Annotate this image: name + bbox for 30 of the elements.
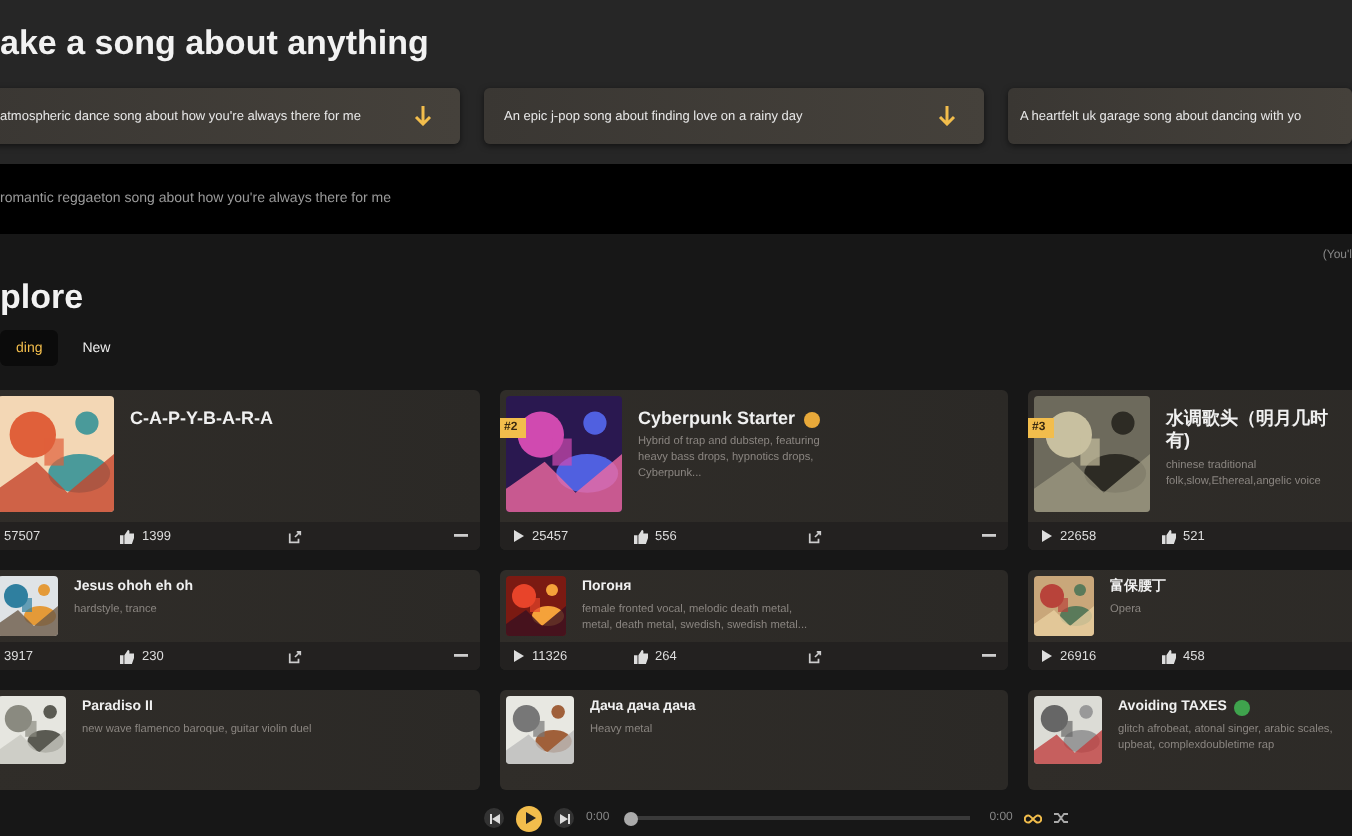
play-button[interactable] <box>516 805 542 831</box>
next-button[interactable] <box>554 808 574 828</box>
share-icon[interactable] <box>287 649 301 663</box>
play-icon <box>1040 650 1052 662</box>
play-icon <box>1040 530 1052 542</box>
progress-slider[interactable] <box>623 811 638 825</box>
skip-back-icon <box>489 813 499 823</box>
song-title: C-A-P-Y-B-A-R-A <box>130 408 273 431</box>
share-icon[interactable] <box>807 529 822 543</box>
thumbs-up-icon <box>120 529 134 543</box>
previous-button[interactable] <box>484 808 504 828</box>
thumbs-up-icon <box>633 529 647 543</box>
arrow-down-icon <box>938 106 956 126</box>
arrow-down-icon <box>414 106 432 126</box>
song-title: Cyberpunk Starter <box>638 408 796 431</box>
play-icon <box>512 530 524 542</box>
play-icon <box>523 812 535 824</box>
song-title: 水调歌头（明月几时有) <box>1166 408 1330 453</box>
skip-forward-icon <box>559 813 569 823</box>
thumbs-up-icon <box>1161 529 1175 543</box>
loop-icon[interactable] <box>1024 813 1043 823</box>
thumbs-up-icon <box>633 649 647 663</box>
thumbs-up-icon <box>1161 649 1175 663</box>
section-title: ake a song about anything <box>0 24 431 64</box>
section-title: plore <box>0 278 86 318</box>
play-icon <box>512 650 524 662</box>
shuffle-icon[interactable] <box>1054 812 1069 824</box>
share-icon[interactable] <box>807 649 822 663</box>
thumbs-up-icon <box>120 649 134 663</box>
share-icon[interactable] <box>287 529 301 543</box>
